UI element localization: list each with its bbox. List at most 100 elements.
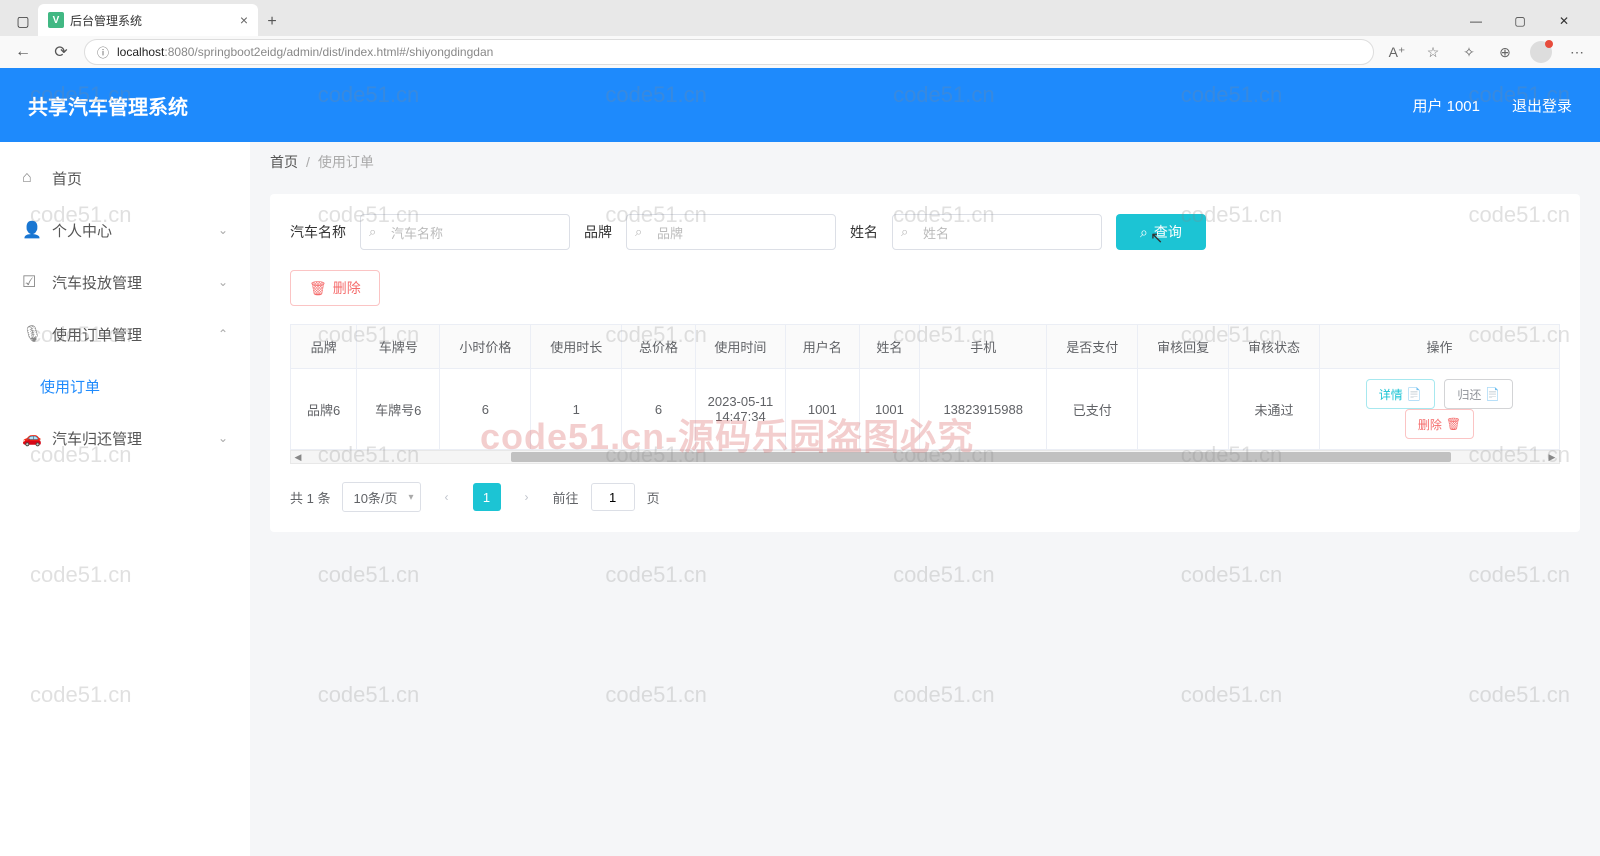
trash-icon: 🗑 (309, 280, 327, 297)
row-delete-button[interactable]: 删除 🗑 (1405, 409, 1474, 439)
profile-icon[interactable] (1526, 37, 1556, 67)
minimize-icon[interactable]: — (1456, 6, 1496, 36)
goto-prefix: 前往 (553, 488, 579, 507)
sidebar-item-label: 个人中心 (52, 220, 112, 241)
breadcrumb-sep: / (306, 154, 310, 170)
bulk-delete-button[interactable]: 🗑 删除 (290, 270, 380, 306)
chevron-down-icon: ⌄ (218, 431, 228, 445)
th-total: 总价格 (622, 325, 696, 369)
refresh-button[interactable]: ⟳ (46, 37, 76, 67)
th-username: 用户名 (785, 325, 859, 369)
th-reviewstatus: 审核状态 (1229, 325, 1320, 369)
query-button[interactable]: ⌕ 查询 (1116, 214, 1206, 250)
site-info-icon[interactable]: ⓘ (97, 44, 109, 61)
cell-brand: 品牌6 (291, 369, 357, 450)
close-tab-icon[interactable]: × (240, 12, 248, 28)
url-input[interactable]: ⓘ localhost:8080/springboot2eidg/admin/d… (84, 39, 1374, 65)
sidebar-item-car-deploy[interactable]: ☑ 汽车投放管理 ⌄ (0, 256, 250, 308)
breadcrumb-home[interactable]: 首页 (270, 152, 298, 172)
next-page-button[interactable]: › (513, 483, 541, 511)
filter-label-carname: 汽车名称 (290, 222, 346, 242)
cell-total: 6 (622, 369, 696, 450)
cell-usetime: 2023-05-11 14:47:34 (695, 369, 785, 450)
cell-priceh: 6 (440, 369, 531, 450)
sidebar-item-label: 使用订单 (40, 376, 100, 397)
breadcrumb-current: 使用订单 (318, 152, 374, 172)
maximize-icon[interactable]: ▢ (1500, 6, 1540, 36)
sidebar-item-label: 首页 (52, 168, 82, 189)
app-header: 共享汽车管理系统 用户 1001 退出登录 (0, 68, 1600, 142)
sidebar-item-label: 汽车归还管理 (52, 428, 142, 449)
chevron-up-icon: ⌃ (218, 327, 228, 341)
return-button[interactable]: 归还 📄 (1444, 379, 1513, 409)
total-text: 共 1 条 (290, 488, 330, 507)
cell-reviewstatus: 未通过 (1229, 369, 1320, 450)
table-row[interactable]: 品牌6 车牌号6 6 1 6 2023-05-11 14:47:34 1001 … (291, 369, 1560, 450)
name-input[interactable]: ⌕ 姓名 (892, 214, 1102, 250)
sidebar-item-home[interactable]: ⌂ 首页 (0, 152, 250, 204)
th-duration: 使用时长 (531, 325, 622, 369)
url-path: /springboot2eidg/admin/dist/index.html#/… (194, 45, 493, 59)
more-icon[interactable]: ⋯ (1562, 37, 1592, 67)
read-aloud-icon[interactable]: A⁺ (1382, 37, 1412, 67)
th-name: 姓名 (859, 325, 919, 369)
app-title: 共享汽车管理系统 (28, 91, 188, 120)
detail-button[interactable]: 详情 📄 (1366, 379, 1435, 409)
th-plate: 车牌号 (357, 325, 440, 369)
car-icon: 🚗 (22, 428, 40, 448)
scroll-left-icon[interactable]: ◀ (291, 451, 305, 463)
table-wrap: 品牌 车牌号 小时价格 使用时长 总价格 使用时间 用户名 姓名 手机 是否支付… (290, 324, 1560, 464)
prev-page-button[interactable]: ‹ (433, 483, 461, 511)
th-usetime: 使用时间 (695, 325, 785, 369)
doc-icon: 📄 (1485, 387, 1500, 401)
logout-link[interactable]: 退出登录 (1512, 95, 1572, 116)
sidebar-item-car-return[interactable]: 🚗 汽车归还管理 ⌄ (0, 412, 250, 464)
address-bar: ← ⟳ ⓘ localhost:8080/springboot2eidg/adm… (0, 36, 1600, 68)
favicon-icon: V (48, 12, 64, 28)
main-content: 首页 / 使用订单 汽车名称 ⌕ 汽车名称 品牌 ⌕ 品牌 姓名 ⌕ 姓名 (250, 142, 1600, 856)
search-icon: ⌕ (635, 224, 642, 240)
scroll-thumb[interactable] (511, 452, 1451, 462)
th-reviewreply: 审核回复 (1138, 325, 1229, 369)
sidebar-item-use-order[interactable]: 使用订单 (0, 360, 250, 412)
search-icon: ⌕ (1140, 224, 1148, 241)
cell-paid: 已支付 (1047, 369, 1138, 450)
checkbox-icon: ☑ (22, 272, 40, 292)
user-icon: 👤 (22, 220, 40, 240)
filter-label-brand: 品牌 (584, 222, 612, 242)
goto-page-input[interactable] (591, 483, 635, 511)
tab-title: 后台管理系统 (70, 12, 234, 29)
search-icon: ⌕ (369, 224, 376, 240)
window-menu-icon[interactable]: ▢ (8, 6, 38, 36)
sidebar-item-order-mgmt[interactable]: 🎙 使用订单管理 ⌃ (0, 308, 250, 360)
cell-phone: 13823915988 (920, 369, 1047, 450)
cell-actions: 详情 📄 归还 📄 删除 🗑 (1320, 369, 1560, 450)
page-size-select[interactable]: 10条/页 (342, 482, 420, 512)
brand-input[interactable]: ⌕ 品牌 (626, 214, 836, 250)
filter-row: 汽车名称 ⌕ 汽车名称 品牌 ⌕ 品牌 姓名 ⌕ 姓名 ⌕ 查询 (290, 214, 1560, 250)
th-phone: 手机 (920, 325, 1047, 369)
sidebar-item-profile[interactable]: 👤 个人中心 ⌄ (0, 204, 250, 256)
doc-icon: 📄 (1407, 387, 1422, 401)
sidebar-item-label: 使用订单管理 (52, 324, 142, 345)
page-number-1[interactable]: 1 (473, 483, 501, 511)
star-icon[interactable]: ☆ (1418, 37, 1448, 67)
chevron-down-icon: ⌄ (218, 275, 228, 289)
favorites-icon[interactable]: ✧ (1454, 37, 1484, 67)
trash-icon: 🗑 (1446, 417, 1461, 431)
scroll-right-icon[interactable]: ▶ (1545, 451, 1559, 463)
cell-username: 1001 (785, 369, 859, 450)
new-tab-button[interactable]: + (258, 8, 286, 36)
car-name-input[interactable]: ⌕ 汽车名称 (360, 214, 570, 250)
th-priceh: 小时价格 (440, 325, 531, 369)
browser-tab[interactable]: V 后台管理系统 × (38, 4, 258, 36)
user-label[interactable]: 用户 1001 (1412, 95, 1480, 116)
cell-name: 1001 (859, 369, 919, 450)
back-button[interactable]: ← (8, 37, 38, 67)
close-window-icon[interactable]: ✕ (1544, 6, 1584, 36)
content-card: 汽车名称 ⌕ 汽车名称 品牌 ⌕ 品牌 姓名 ⌕ 姓名 ⌕ 查询 (270, 194, 1580, 532)
data-table: 品牌 车牌号 小时价格 使用时长 总价格 使用时间 用户名 姓名 手机 是否支付… (290, 324, 1560, 450)
horizontal-scrollbar[interactable]: ◀ ▶ (290, 450, 1560, 464)
search-icon: ⌕ (901, 224, 908, 240)
collections-icon[interactable]: ⊕ (1490, 37, 1520, 67)
